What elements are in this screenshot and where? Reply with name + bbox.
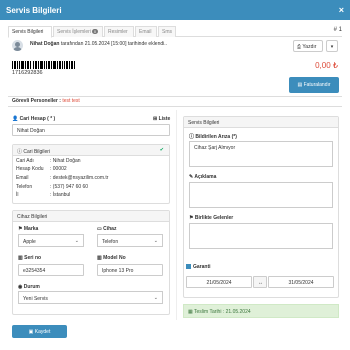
tab-label: Servis İşlemleri [57,29,91,35]
customer-info-key: Hesap Kodu [16,166,44,172]
tab-servis-bilgileri[interactable]: Servis Bilgileri [8,26,52,38]
customer-info-header: ⓘ Cari Bilgileri ✔ [13,145,169,156]
brand-label-text: Marka [23,226,39,232]
tab-label: Resimler [108,29,128,35]
tab-sms[interactable]: Sms [158,26,176,37]
window-titlebar: Servis Bilgileri × [0,0,350,20]
caret-down-icon: ▾ [330,44,334,50]
service-info-header: Servis Bilgileri [184,117,338,128]
count-badge: 0 [91,29,99,34]
device-info-header: Cihaz Bilgileri [13,211,169,222]
tab-servis-islemleri[interactable]: Servis İşlemleri 0 [53,26,103,37]
tab-label: Servis Bilgileri [12,29,44,35]
user-icon: 👤 [12,116,20,122]
warranty-end-input[interactable]: 31/05/2024 [268,276,334,288]
print-dropdown-button[interactable]: ▾ [326,40,338,52]
device-select[interactable]: Telefon ⌄ [97,234,163,247]
customer-info-key: Telefon [16,184,33,190]
delivery-date-text: Teslim Tarihi : 21.05.2024 [194,309,251,315]
delivery-date-alert: ▦ Teslim Tarihi : 21.05.2024 [183,304,339,318]
status-label: ◉ Durum [18,284,40,290]
printer-icon: ⎙ [297,44,302,50]
window-title: Servis Bilgileri [6,6,62,15]
created-info: Nihat Doğan tarafından 21.05.2024 [15:00… [30,41,167,47]
customer-info-value: : (537) 947 60 60 [50,184,89,190]
items-label-text: Birlikte Gelenler [194,215,234,221]
note-label-text: Açıklama [194,174,217,180]
serial-label-text: Seri no [24,255,42,261]
personnel-value: test test [62,98,80,104]
serial-label: ▥ Seri no [18,255,41,261]
customer-info-value: : Nihat Doğan [50,158,81,164]
divider [8,106,342,107]
chevron-down-icon: ⌄ [153,238,158,244]
save-button[interactable]: ▣ Kaydet [12,325,67,338]
print-button[interactable]: ⎙ Yazdır [293,40,323,52]
customer-info-panel: ⓘ Cari Bilgileri ✔ [12,144,170,204]
fault-label-text: Bildirilen Arıza (*) [195,134,237,140]
warranty-checkbox-row: Garanti [186,264,211,270]
warranty-start-input[interactable]: 21/05/2024 [186,276,252,288]
brand-select[interactable]: Apple ⌄ [18,234,84,247]
record-number: # 1 [333,27,342,33]
chevron-down-icon: ⌄ [153,295,158,301]
customer-info-value: : destek@nsyazilim.com.tr [50,175,109,181]
date-range-separator: ↔ [253,276,267,288]
customer-info-key: İl [16,192,19,198]
model-input[interactable]: Iphone 13 Pro [97,264,163,276]
tab-label: Email [139,29,152,35]
assigned-personnel: Görevli Personeller : test test [12,98,80,104]
serial-input[interactable]: e3254354 [18,264,84,276]
tab-label: Sms [162,29,172,35]
created-user: Nihat Doğan [30,41,60,47]
customer-account-input[interactable]: Nihat Doğan [12,124,170,136]
barcode-number: 1716292836 [12,70,43,76]
device-label-text: Cihaz [103,226,117,232]
warranty-checkbox[interactable] [186,264,191,270]
check-icon: ✔ [159,147,164,153]
device-label: ▭ Cihaz [97,226,116,232]
status-label-text: Durum [23,284,40,290]
list-label: Liste [158,116,171,122]
chevron-down-icon: ⌄ [74,238,79,244]
tab-email[interactable]: Email [135,26,157,37]
status-select[interactable]: Yeni Servis ⌄ [18,291,163,304]
device-value: Telefon [102,239,119,245]
avatar [12,40,23,51]
warranty-label: Garanti [193,264,211,270]
status-value: Yeni Servis [23,296,48,302]
items-label: ⚑ Birlikte Gelenler [189,215,233,221]
model-label-text: Model No [103,255,126,261]
column-divider [176,110,177,320]
brand-value: Apple [23,239,36,245]
brand-label: ⚑ Marka [18,226,38,232]
barcode-image [12,61,75,69]
note-label: ✎ Açıklama [189,174,216,180]
customer-list-link[interactable]: ⊞ Liste [153,116,170,122]
customer-info-key: Cari Adı [16,158,34,164]
customer-info-value: : 00002 [50,166,67,172]
fault-label: ⓘ Bildirilen Arıza (*) [189,133,237,140]
items-textarea[interactable] [189,223,333,249]
tab-resimler[interactable]: Resimler [104,26,134,37]
note-textarea[interactable] [189,182,333,208]
customer-info-title: Cari Bilgileri [23,149,51,155]
customer-account-text: Cari Hesap ( * ) [19,116,56,122]
invoice-button[interactable]: ▤ Faturalandır [289,77,339,93]
invoice-label: Faturalandır [303,82,331,88]
created-text: tarafından 21.05.2024 [15:00] tarihinde … [59,41,168,47]
tab-bar: Servis Bilgileri Servis İşlemleri 0 Resim… [8,26,342,38]
customer-info-value: : İstanbul [50,192,71,198]
close-icon[interactable]: × [339,5,344,15]
total-amount: 0,00 ₺ [315,61,338,70]
personnel-label: Görevli Personeller : [12,98,63,104]
save-label: Kaydet [34,329,51,335]
model-label: ▥ Model No [97,255,126,261]
customer-info-key: Email [16,175,29,181]
divider [8,96,342,97]
fault-textarea[interactable]: Cihaz Şarj Almıyor [189,141,333,167]
customer-account-label: 👤 Cari Hesap ( * ) [12,116,55,122]
print-label: Yazdır [302,44,317,50]
